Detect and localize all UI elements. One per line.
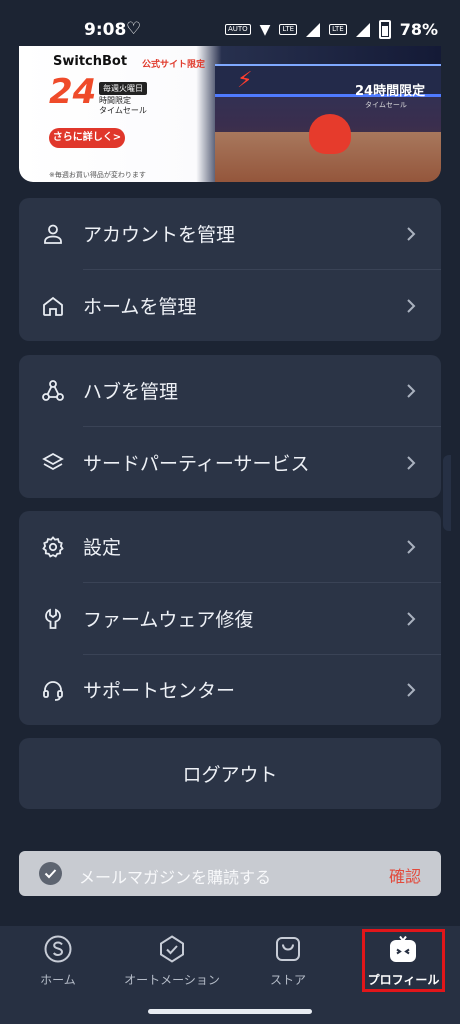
tab-home[interactable]: ホーム xyxy=(16,926,100,1006)
wifi-icon: ▼ xyxy=(259,21,271,38)
menu-item-third-party[interactable]: サードパーティーサービス xyxy=(19,427,441,498)
check-circle-icon xyxy=(39,862,62,885)
banner-sale-line1: 時間限定 xyxy=(99,96,131,105)
gear-icon xyxy=(42,535,64,558)
lightning-icon: ⚡ xyxy=(237,68,253,93)
hub-nodes-icon xyxy=(42,379,64,401)
banner-day-badge: 毎週火曜日 xyxy=(99,82,147,95)
menu-item-label: アカウントを管理 xyxy=(83,224,236,246)
menu-item-account[interactable]: アカウントを管理 xyxy=(19,198,441,269)
banner-number: 24 xyxy=(49,72,97,112)
menu-item-label: サポートセンター xyxy=(83,680,236,702)
newsletter-label: メールマガジンを購読する xyxy=(79,868,272,887)
edge-handle[interactable] xyxy=(443,455,451,531)
store-sign-sub: タイムセール xyxy=(365,101,407,109)
tab-automation[interactable]: オートメーション xyxy=(112,926,232,1006)
newsletter-confirm-button[interactable]: 確認 xyxy=(389,863,421,887)
menu-item-support[interactable]: サポートセンター xyxy=(19,654,441,725)
chevron-right-icon xyxy=(407,298,416,313)
menu-item-home[interactable]: ホームを管理 xyxy=(19,270,441,341)
headset-icon xyxy=(43,680,63,701)
tab-label: ストア xyxy=(269,973,306,987)
auto-chip: AUTO xyxy=(224,24,251,35)
person-icon xyxy=(44,224,62,244)
status-time: 9:08 xyxy=(84,20,127,40)
banner-sale-line2: タイムセール xyxy=(99,106,147,115)
chevron-right-icon xyxy=(407,455,416,470)
integrations-card: ハブを管理 サードパーティーサービス xyxy=(19,355,441,498)
store-sign: 24時間限定 xyxy=(355,84,426,99)
chevron-right-icon xyxy=(407,226,416,241)
menu-item-hub[interactable]: ハブを管理 xyxy=(19,355,441,426)
lte-chip-2: LTE xyxy=(329,24,347,35)
chevron-right-icon xyxy=(407,383,416,398)
status-bar: 9:08 ♡ AUTO ▼ LTE LTE 78% xyxy=(0,0,460,48)
wrench-icon xyxy=(45,608,61,629)
banner-note: ※毎週お買い得品が変わります xyxy=(49,171,146,179)
status-icons: AUTO ▼ LTE LTE 78% xyxy=(224,20,438,39)
logout-button[interactable]: ログアウト xyxy=(19,738,441,809)
tab-label: オートメーション xyxy=(124,973,220,987)
menu-item-label: ハブを管理 xyxy=(83,381,179,403)
chevron-right-icon xyxy=(407,682,416,697)
support-card: 設定 ファームウェア修復 サポートセンター xyxy=(19,511,441,725)
shield-check-icon xyxy=(160,935,184,963)
switchbot-s-icon xyxy=(44,935,72,963)
chevron-right-icon xyxy=(407,539,416,554)
signal-icon-1 xyxy=(306,22,321,37)
layers-icon xyxy=(42,452,64,470)
shopping-bag-icon xyxy=(276,937,300,961)
banner-brand: SwitchBot xyxy=(53,54,128,69)
signal-icon-2 xyxy=(355,22,370,37)
heart-outline-icon: ♡ xyxy=(126,19,142,39)
banner-store-image: ⚡ 24時間限定 タイムセール xyxy=(215,64,441,182)
logout-label: ログアウト xyxy=(182,764,278,786)
tab-store[interactable]: ストア xyxy=(246,926,330,1006)
menu-item-settings[interactable]: 設定 xyxy=(19,511,441,582)
battery-percent: 78% xyxy=(399,20,438,39)
home-indicator[interactable] xyxy=(148,1009,312,1014)
banner-tag: 公式サイト限定 xyxy=(142,60,206,70)
banner-sale-text: 時間限定 タイムセール xyxy=(99,96,147,116)
battery-icon xyxy=(378,20,391,39)
highlight-box xyxy=(362,929,445,992)
lte-chip-1: LTE xyxy=(279,24,298,35)
newsletter-bar: メールマガジンを購読する 確認 xyxy=(19,851,441,896)
chevron-right-icon xyxy=(407,611,416,626)
house-icon xyxy=(43,296,63,316)
account-card: アカウントを管理 ホームを管理 xyxy=(19,198,441,341)
menu-item-label: サードパーティーサービス xyxy=(83,453,310,475)
mascot-image xyxy=(309,114,351,154)
menu-item-label: 設定 xyxy=(83,537,122,559)
banner-more-button[interactable]: さらに詳しく> xyxy=(49,128,125,148)
menu-item-label: ホームを管理 xyxy=(83,296,197,318)
promo-banner[interactable]: SwitchBot 公式サイト限定 24 毎週火曜日 時間限定 タイムセール さ… xyxy=(19,46,441,182)
menu-item-label: ファームウェア修復 xyxy=(83,609,254,631)
tab-label: ホーム xyxy=(40,973,76,987)
menu-item-firmware[interactable]: ファームウェア修復 xyxy=(19,583,441,654)
